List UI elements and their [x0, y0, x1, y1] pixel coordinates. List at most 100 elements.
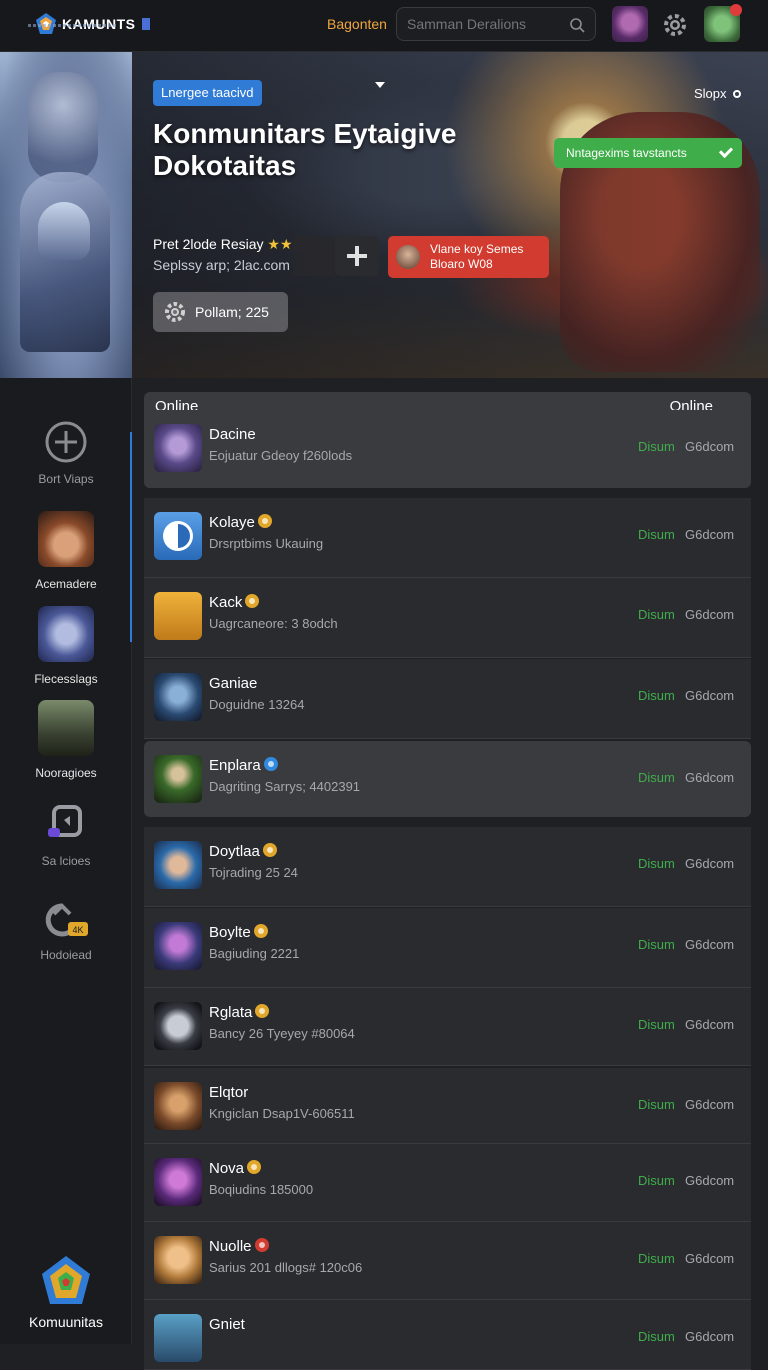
sidebar-item-flecesslags[interactable]: Flecesslags: [0, 606, 132, 686]
list-item[interactable]: Boylte Bagiuding 2221 Disum G6dcom: [144, 908, 751, 988]
logo-flag-icon: [141, 18, 150, 30]
member-name-text: Elqtor: [209, 1084, 249, 1101]
gear-icon: [165, 302, 185, 322]
member-avatar[interactable]: [154, 1236, 202, 1284]
member-avatar[interactable]: [154, 424, 202, 472]
member-avatar[interactable]: [154, 592, 202, 640]
list-item[interactable]: Elqtor Kngiclan Dsap1V-606511 Disum G6dcom: [144, 1068, 751, 1144]
search-icon[interactable]: [569, 17, 585, 33]
member-domain: G6dcom: [685, 1173, 735, 1188]
list-item[interactable]: Enplara Dagriting Sarrys; 4402391 Disum G6d…: [144, 741, 751, 817]
list-item[interactable]: Doytlaa Tojrading 25 24 Disum G6dcom: [144, 827, 751, 907]
list-item[interactable]: Nuolle Sarius 201 dllogs# 120c06 Disum G6dc…: [144, 1222, 751, 1300]
member-subtitle: Boqiudins 185000: [209, 1182, 314, 1197]
member-name-text: Dacine: [209, 426, 256, 443]
list-item[interactable]: Kack Uagrcaneore: 3 8odch Disum G6dcom: [144, 578, 751, 658]
list-item[interactable]: Kolaye Drsrptbims Ukauing Disum G6dcom: [144, 498, 751, 578]
member-name-text: Nuolle: [209, 1238, 252, 1255]
star-badge-icon: [255, 1004, 270, 1018]
member-name[interactable]: Gniet: [209, 1316, 245, 1333]
chevron-down-icon[interactable]: [375, 82, 385, 88]
member-name[interactable]: Boylte: [209, 924, 268, 941]
member-status[interactable]: Disum: [638, 1173, 675, 1188]
settings-gear-icon[interactable]: [662, 12, 688, 38]
nav-link[interactable]: Bagonten: [327, 16, 387, 32]
member-name[interactable]: Kolaye: [209, 514, 272, 531]
member-status[interactable]: Disum: [638, 856, 675, 871]
hero-title-line1: Konmunitars Eytaigive: [153, 118, 457, 149]
list-item[interactable]: Dacine Eojuatur Gdeoy f260lods Disum G6dcom: [144, 410, 751, 488]
list-item[interactable]: Nova Boqiudins 185000 Disum G6dcom: [144, 1144, 751, 1222]
chat-icon: [48, 805, 82, 837]
sidebar-item-label: Acemadere: [35, 577, 97, 591]
member-status[interactable]: Disum: [638, 1329, 675, 1344]
notification-badge: [730, 4, 742, 16]
member-avatar[interactable]: [154, 922, 202, 970]
featured-card[interactable]: Vlane koy Semes Bloaro W08: [388, 236, 549, 278]
member-name[interactable]: Doytlaa: [209, 843, 277, 860]
member-status[interactable]: Disum: [638, 1017, 675, 1032]
member-status[interactable]: Disum: [638, 607, 675, 622]
member-status[interactable]: Disum: [638, 439, 675, 454]
search-input[interactable]: [407, 16, 557, 32]
cowboy-avatar-icon: [38, 511, 94, 567]
member-subtitle: Tojrading 25 24: [209, 865, 298, 880]
member-domain: G6dcom: [685, 439, 735, 454]
member-avatar[interactable]: [154, 673, 202, 721]
member-avatar[interactable]: [154, 512, 202, 560]
list-item[interactable]: Gniet Disum G6dcom: [144, 1300, 751, 1370]
sidebar-brand[interactable]: Komuunitas: [0, 1254, 132, 1330]
member-name-text: Kack: [209, 594, 243, 611]
member-name[interactable]: Elqtor: [209, 1084, 248, 1101]
member-name[interactable]: Enplara: [209, 757, 278, 774]
member-name-text: Ganiae: [209, 675, 258, 692]
member-domain: G6dcom: [685, 527, 735, 542]
hero-corner-link[interactable]: Slopx: [694, 86, 742, 101]
member-name-text: Boylte: [209, 924, 251, 941]
game-avatar[interactable]: [612, 6, 648, 42]
sidebar-item-nooragioes[interactable]: Nooragioes: [0, 700, 132, 780]
svg-text:4K: 4K: [72, 925, 83, 935]
cta-button[interactable]: Nntagexims tavstancts: [554, 138, 742, 168]
list-item[interactable]: Rglata Bancy 26 Tyeyey #80064 Disum G6dcom: [144, 988, 751, 1066]
list-item[interactable]: Ganiae Doguidne 13264 Disum G6dcom: [144, 659, 751, 739]
member-name[interactable]: Ganiae: [209, 675, 257, 692]
member-avatar[interactable]: [154, 1002, 202, 1050]
member-avatar[interactable]: [154, 1314, 202, 1362]
user-avatar[interactable]: [704, 4, 742, 42]
member-name[interactable]: Rglata: [209, 1004, 270, 1021]
sidebar-item-acemadere[interactable]: Acemadere: [0, 511, 132, 591]
member-subtitle: Bagiuding 2221: [209, 946, 300, 961]
hero-tag-pill[interactable]: Lnergee taacivd: [153, 80, 262, 106]
sidebar-item-add[interactable]: Bort Viaps: [0, 420, 132, 486]
poll-button[interactable]: Pollam; 225: [153, 292, 288, 332]
member-status[interactable]: Disum: [638, 770, 675, 785]
member-avatar[interactable]: [154, 841, 202, 889]
member-avatar[interactable]: [154, 1082, 202, 1130]
member-name-text: Kolaye: [209, 514, 255, 531]
logo-tagline-decoration: [28, 24, 118, 27]
sidebar-item-hodoiead[interactable]: 4K Hodoiead: [0, 900, 132, 962]
member-name[interactable]: Nova: [209, 1160, 262, 1177]
add-button[interactable]: [335, 236, 379, 276]
sidebar-item-salcioes[interactable]: Sa lcioes: [0, 804, 132, 868]
sidebar-item-label: Nooragioes: [35, 766, 97, 780]
member-domain: G6dcom: [685, 1017, 735, 1032]
member-status[interactable]: Disum: [638, 1097, 675, 1112]
sidebar-item-label: Bort Viaps: [38, 472, 94, 486]
app-logo-icon: [163, 521, 193, 551]
member-domain: G6dcom: [685, 1329, 735, 1344]
star-badge-icon: [253, 924, 268, 938]
member-avatar[interactable]: [154, 755, 202, 803]
member-status[interactable]: Disum: [638, 1251, 675, 1266]
sidebar-item-label: Sa lcioes: [41, 854, 91, 868]
member-name[interactable]: Kack: [209, 594, 260, 611]
member-name[interactable]: Nuolle: [209, 1238, 269, 1255]
member-status[interactable]: Disum: [638, 937, 675, 952]
member-status[interactable]: Disum: [638, 688, 675, 703]
member-avatar[interactable]: [154, 1158, 202, 1206]
member-status[interactable]: Disum: [638, 527, 675, 542]
search-box[interactable]: [396, 7, 596, 41]
verified-badge-icon: [263, 757, 278, 771]
member-name[interactable]: Dacine: [209, 426, 256, 443]
